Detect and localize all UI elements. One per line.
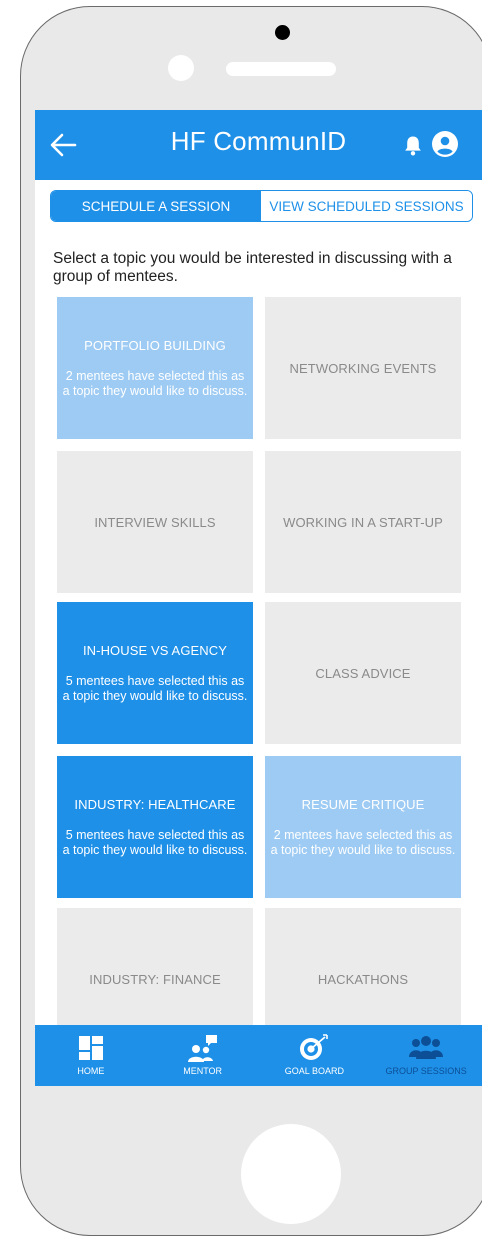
bell-icon[interactable] — [404, 135, 422, 156]
topic-tile-interview-skills[interactable]: INTERVIEW SKILLS — [57, 451, 253, 593]
bottom-navigation: HOME MENTOR GOAL BOARD GROUP SESSIONS — [35, 1025, 482, 1086]
group-icon — [409, 1036, 444, 1059]
topic-title: HACKATHONS — [317, 971, 409, 987]
nav-item-home[interactable]: HOME — [35, 1025, 147, 1086]
app-screen: HF CommunID SCHEDULE A SESSION VIEW SCHE… — [35, 110, 482, 1086]
topic-title: INDUSTRY: FINANCE — [89, 971, 221, 987]
topic-title: IN-HOUSE VS AGENCY — [82, 642, 228, 658]
nav-label-mentor: MENTOR — [183, 1066, 223, 1076]
home-button[interactable] — [241, 1124, 341, 1224]
tab-view-scheduled-sessions[interactable]: VIEW SCHEDULED SESSIONS — [261, 191, 472, 221]
nav-label-goal-board: GOAL BOARD — [284, 1066, 344, 1076]
topic-tile-networking-events[interactable]: NETWORKING EVENTS — [265, 297, 461, 439]
topic-tile-resume-critique[interactable]: RESUME CRITIQUE 2 mentees have selected … — [265, 756, 461, 898]
topic-title: CLASS ADVICE — [315, 665, 411, 681]
topic-title: RESUME CRITIQUE — [301, 796, 425, 812]
mentor-chat-icon — [187, 1035, 217, 1062]
topic-tile-in-house-vs-agency[interactable]: IN-HOUSE VS AGENCY 5 mentees have select… — [57, 602, 253, 744]
topic-tile-class-advice[interactable]: CLASS ADVICE — [265, 602, 461, 744]
topic-mentee-count: 5 mentees have selected this as a topic … — [62, 673, 248, 703]
app-header: HF CommunID — [35, 110, 482, 180]
intro-text: Select a topic you would be interested i… — [53, 250, 452, 285]
topic-mentee-count: 2 mentees have selected this as a topic … — [270, 827, 456, 857]
target-icon — [300, 1034, 329, 1060]
topic-mentee-count: 5 mentees have selected this as a topic … — [62, 827, 248, 857]
nav-label-home: HOME — [77, 1066, 105, 1076]
topic-mentee-count: 2 mentees have selected this as a topic … — [62, 368, 248, 398]
session-tabs: SCHEDULE A SESSION VIEW SCHEDULED SESSIO… — [50, 190, 473, 222]
nav-item-goal-board[interactable]: GOAL BOARD — [259, 1025, 371, 1086]
nav-label-group-sessions: GROUP SESSIONS — [385, 1066, 467, 1076]
front-camera — [275, 25, 290, 40]
earpiece-speaker — [226, 62, 336, 76]
topic-title: INTERVIEW SKILLS — [94, 514, 216, 530]
topic-title: NETWORKING EVENTS — [289, 360, 437, 376]
nav-item-group-sessions[interactable]: GROUP SESSIONS — [370, 1025, 482, 1086]
user-account-icon[interactable] — [432, 131, 458, 157]
tab-schedule-session[interactable]: SCHEDULE A SESSION — [51, 191, 261, 221]
topic-title: PORTFOLIO BUILDING — [84, 337, 226, 353]
topic-title: WORKING IN A START-UP — [283, 514, 443, 530]
nav-item-mentor[interactable]: MENTOR — [147, 1025, 259, 1086]
topic-tile-working-in-start-up[interactable]: WORKING IN A START-UP — [265, 451, 461, 593]
topic-tile-portfolio-building[interactable]: PORTFOLIO BUILDING 2 mentees have select… — [57, 297, 253, 439]
topic-title: INDUSTRY: HEALTHCARE — [74, 796, 236, 812]
camera-lens — [168, 55, 194, 81]
dashboard-icon — [78, 1036, 103, 1060]
topic-tile-industry-healthcare[interactable]: INDUSTRY: HEALTHCARE 5 mentees have sele… — [57, 756, 253, 898]
